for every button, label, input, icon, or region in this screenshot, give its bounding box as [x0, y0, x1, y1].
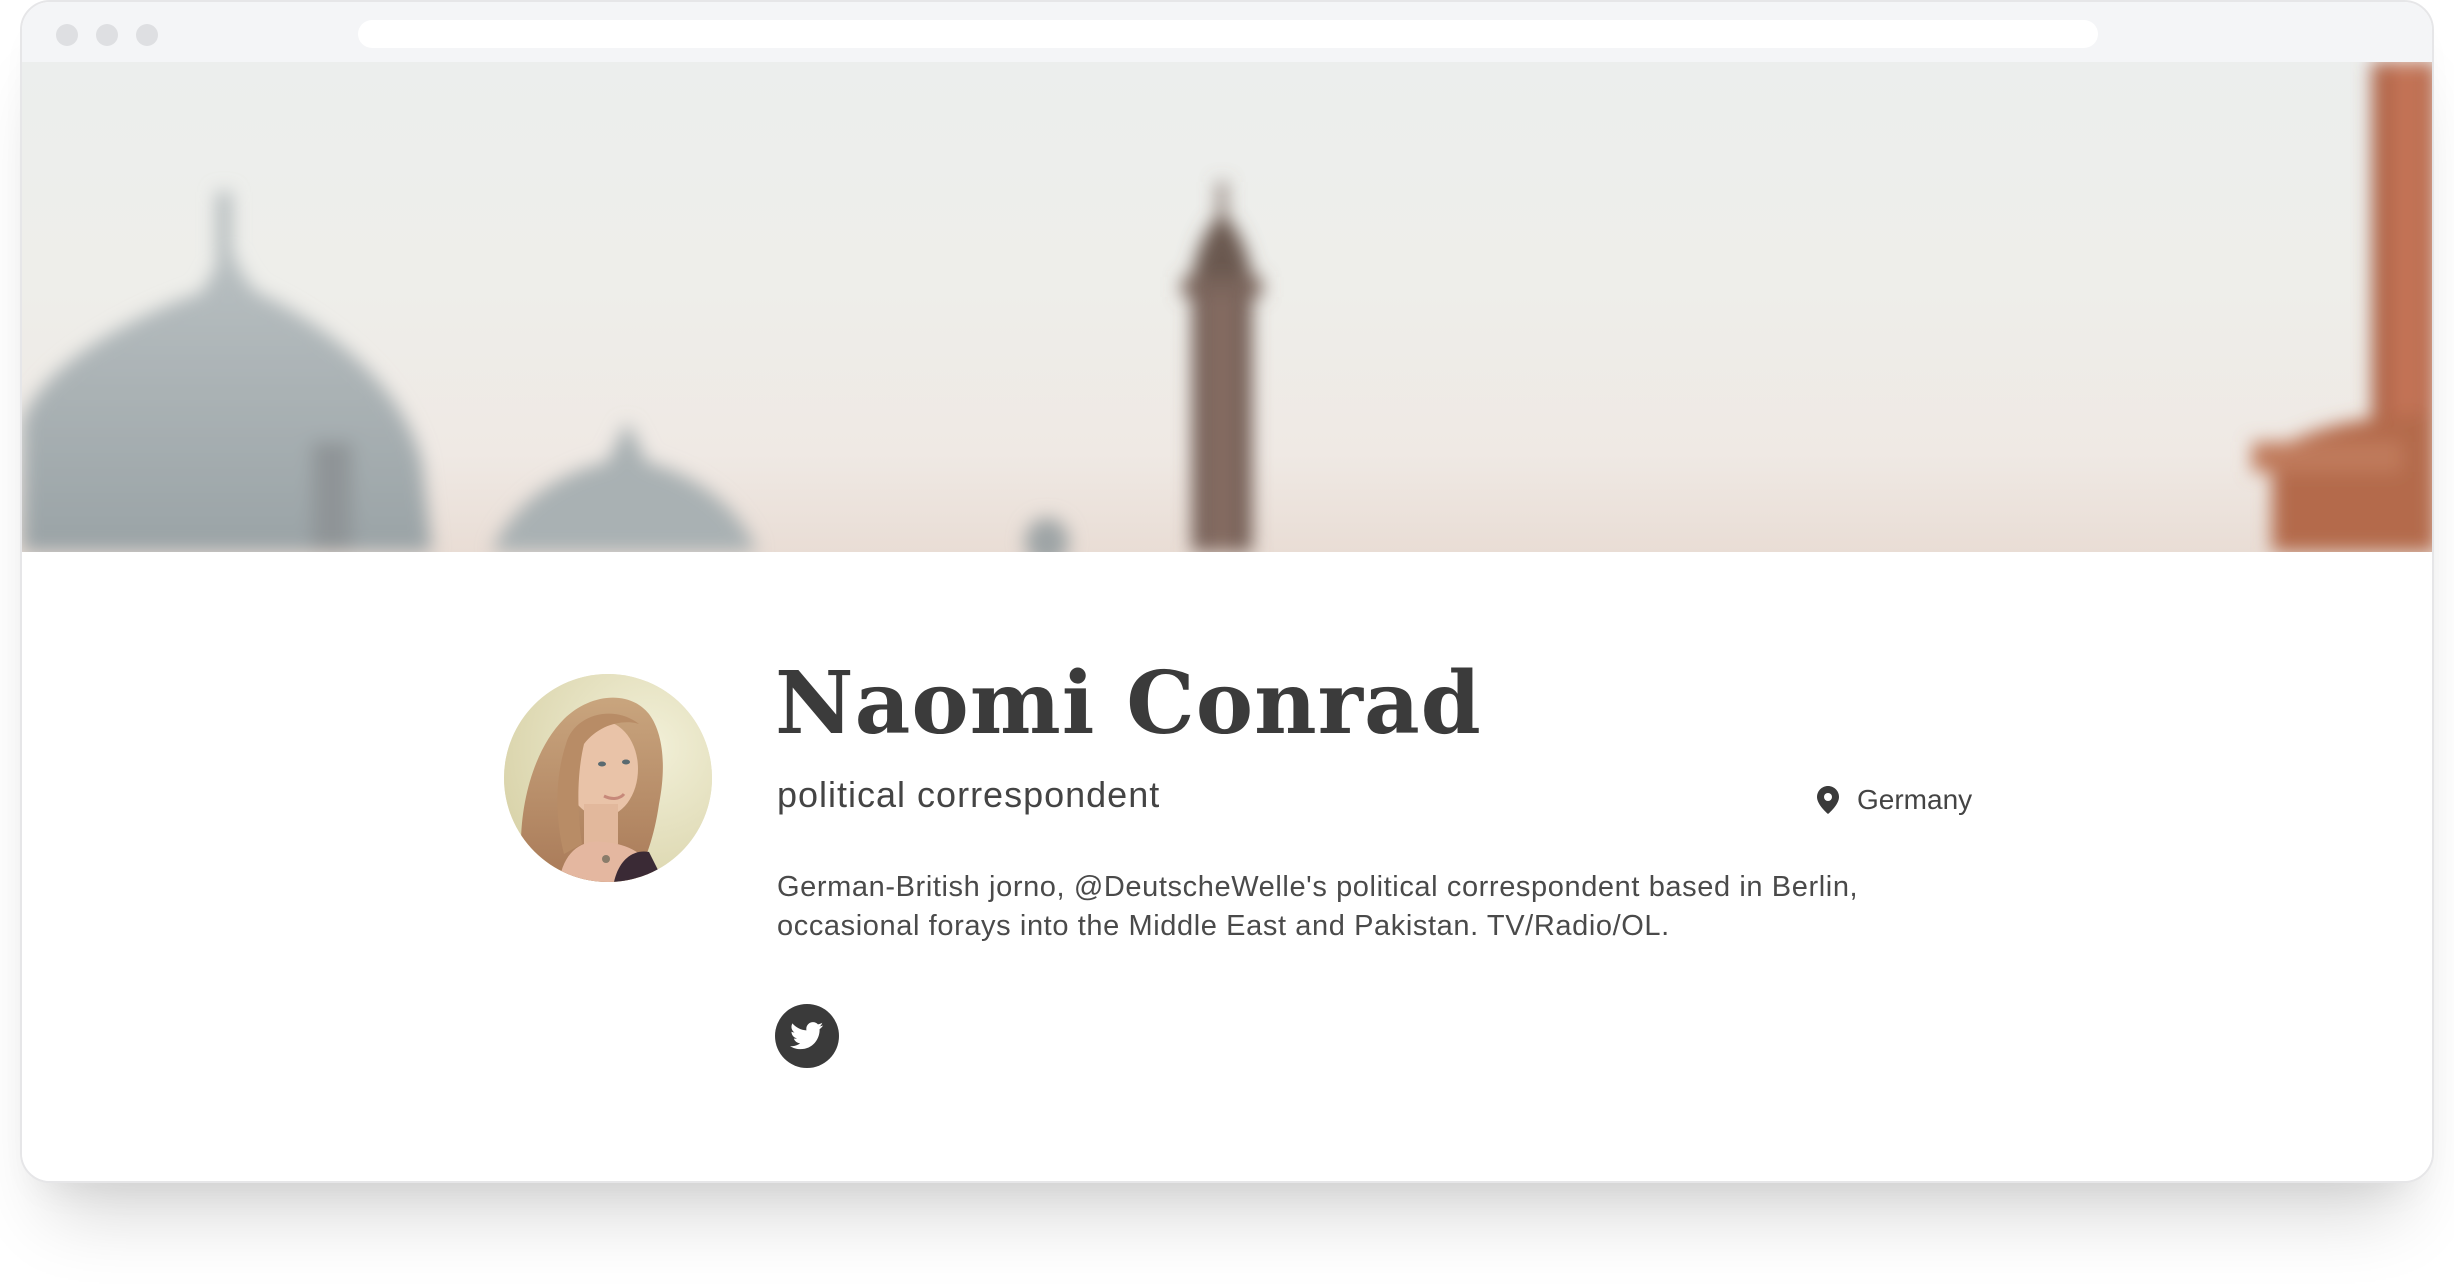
location-pin-icon: [1817, 786, 1839, 814]
address-bar[interactable]: [358, 20, 2098, 48]
bio-line: German-British jorno, @DeutscheWelle's p…: [777, 871, 1859, 903]
window-minimize-button[interactable]: [96, 24, 118, 46]
profile-role: political correspondent: [777, 774, 1161, 815]
profile-avatar: [504, 674, 712, 882]
twitter-link-button[interactable]: [775, 1004, 839, 1068]
twitter-icon: [790, 1022, 824, 1050]
profile-section: Naomi Conrad political correspondent Ger…: [22, 552, 2432, 1181]
window-close-button[interactable]: [56, 24, 78, 46]
browser-toolbar: [22, 2, 2432, 62]
profile-name: Naomi Conrad: [775, 653, 1482, 754]
bio-line: occasional forays into the Middle East a…: [777, 910, 1670, 942]
cover-image: [22, 62, 2432, 552]
profile-location: Germany: [1817, 784, 1972, 816]
browser-window: Naomi Conrad political correspondent Ger…: [20, 0, 2434, 1183]
window-maximize-button[interactable]: [136, 24, 158, 46]
location-label: Germany: [1857, 784, 1973, 815]
profile-bio: German-British jorno, @DeutscheWelle's p…: [777, 868, 1977, 946]
